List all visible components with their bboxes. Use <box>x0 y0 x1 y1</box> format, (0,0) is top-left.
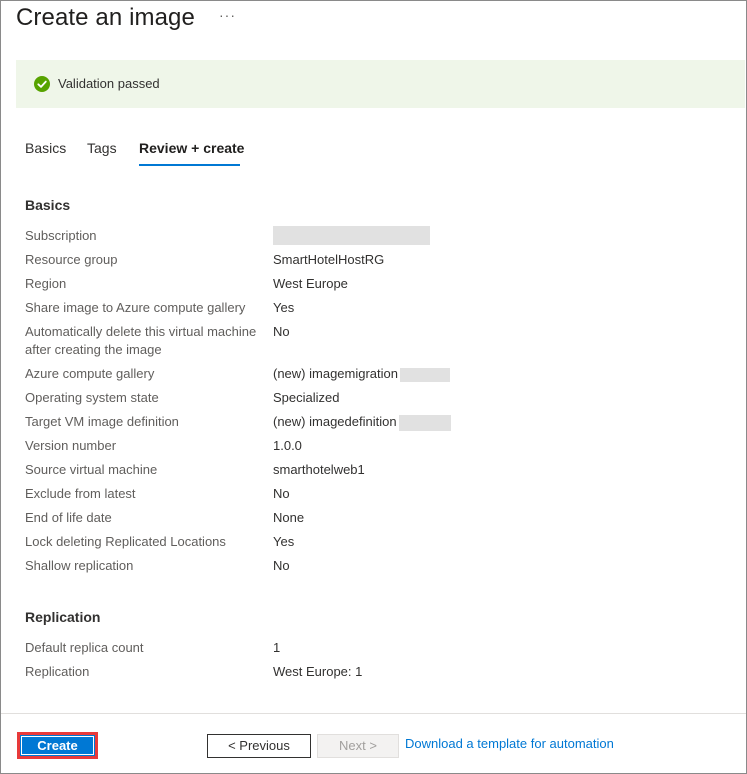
row-value-region: West Europe <box>273 276 348 291</box>
row-value-subscription <box>273 226 430 246</box>
row-label-end-of-life: End of life date <box>25 510 112 525</box>
row-label-compute-gallery: Azure compute gallery <box>25 366 155 381</box>
create-button[interactable]: Create <box>17 732 98 759</box>
footer-divider <box>1 713 746 714</box>
row-label-resource-group: Resource group <box>25 252 118 267</box>
row-value-lock-deleting: Yes <box>273 534 295 549</box>
row-label-replication: Replication <box>25 664 90 679</box>
row-label-share-image: Share image to Azure compute gallery <box>25 300 246 315</box>
redacted-block <box>273 226 430 246</box>
row-label-region: Region <box>25 276 67 291</box>
row-value-exclude-latest: No <box>273 486 290 501</box>
redacted-block <box>400 367 450 382</box>
active-tab-indicator <box>139 164 240 166</box>
row-value-resource-group: SmartHotelHostRG <box>273 252 385 267</box>
more-options-icon[interactable]: ··· <box>219 7 236 23</box>
row-label-lock-deleting: Lock deleting Replicated Locations <box>25 534 226 549</box>
tab-review-create[interactable]: Review + create <box>139 140 244 156</box>
row-label-source-vm: Source virtual machine <box>25 462 158 477</box>
previous-button[interactable]: < Previous <box>207 734 311 758</box>
tab-tags[interactable]: Tags <box>87 140 117 156</box>
section-title-basics: Basics <box>25 197 71 213</box>
row-label-replica-count: Default replica count <box>25 640 144 655</box>
row-value-version-number: 1.0.0 <box>273 438 302 453</box>
row-label-image-definition: Target VM image definition <box>25 414 179 429</box>
download-template-link[interactable]: Download a template for automation <box>405 736 614 751</box>
row-value-end-of-life: None <box>273 510 305 525</box>
section-title-replication: Replication <box>25 609 101 625</box>
row-value-os-state: Specialized <box>273 390 340 405</box>
next-button: Next > <box>317 734 399 758</box>
row-label-auto-delete: Automatically delete this virtual machin… <box>25 324 257 339</box>
redacted-block <box>398 414 451 431</box>
row-value-image-definition: (new) imagedefinition <box>273 413 451 431</box>
row-value-compute-gallery: (new) imagemigration <box>273 365 450 383</box>
row-value-replication: West Europe: 1 <box>273 664 363 679</box>
row-value-auto-delete: No <box>273 324 290 339</box>
row-label-auto-delete-cont: after creating the image <box>25 342 162 357</box>
row-value-source-vm: smarthotelweb1 <box>273 462 365 477</box>
row-label-subscription: Subscription <box>25 228 97 243</box>
tab-basics[interactable]: Basics <box>25 140 66 156</box>
page-title: Create an image <box>16 4 195 31</box>
check-circle-icon <box>34 76 50 92</box>
row-label-shallow-replication: Shallow replication <box>25 558 134 573</box>
image-definition-text: (new) imagedefinition <box>273 414 397 429</box>
row-label-version-number: Version number <box>25 438 117 453</box>
row-label-os-state: Operating system state <box>25 390 159 405</box>
compute-gallery-text: (new) imagemigration <box>273 366 398 381</box>
row-value-shallow-replication: No <box>273 558 290 573</box>
create-image-blade: Create an image ··· Validation passed Ba… <box>0 0 747 774</box>
row-label-exclude-latest: Exclude from latest <box>25 486 136 501</box>
row-value-replica-count: 1 <box>273 640 281 655</box>
row-value-share-image: Yes <box>273 300 295 315</box>
validation-message: Validation passed <box>58 76 160 91</box>
validation-banner: Validation passed <box>16 60 745 108</box>
